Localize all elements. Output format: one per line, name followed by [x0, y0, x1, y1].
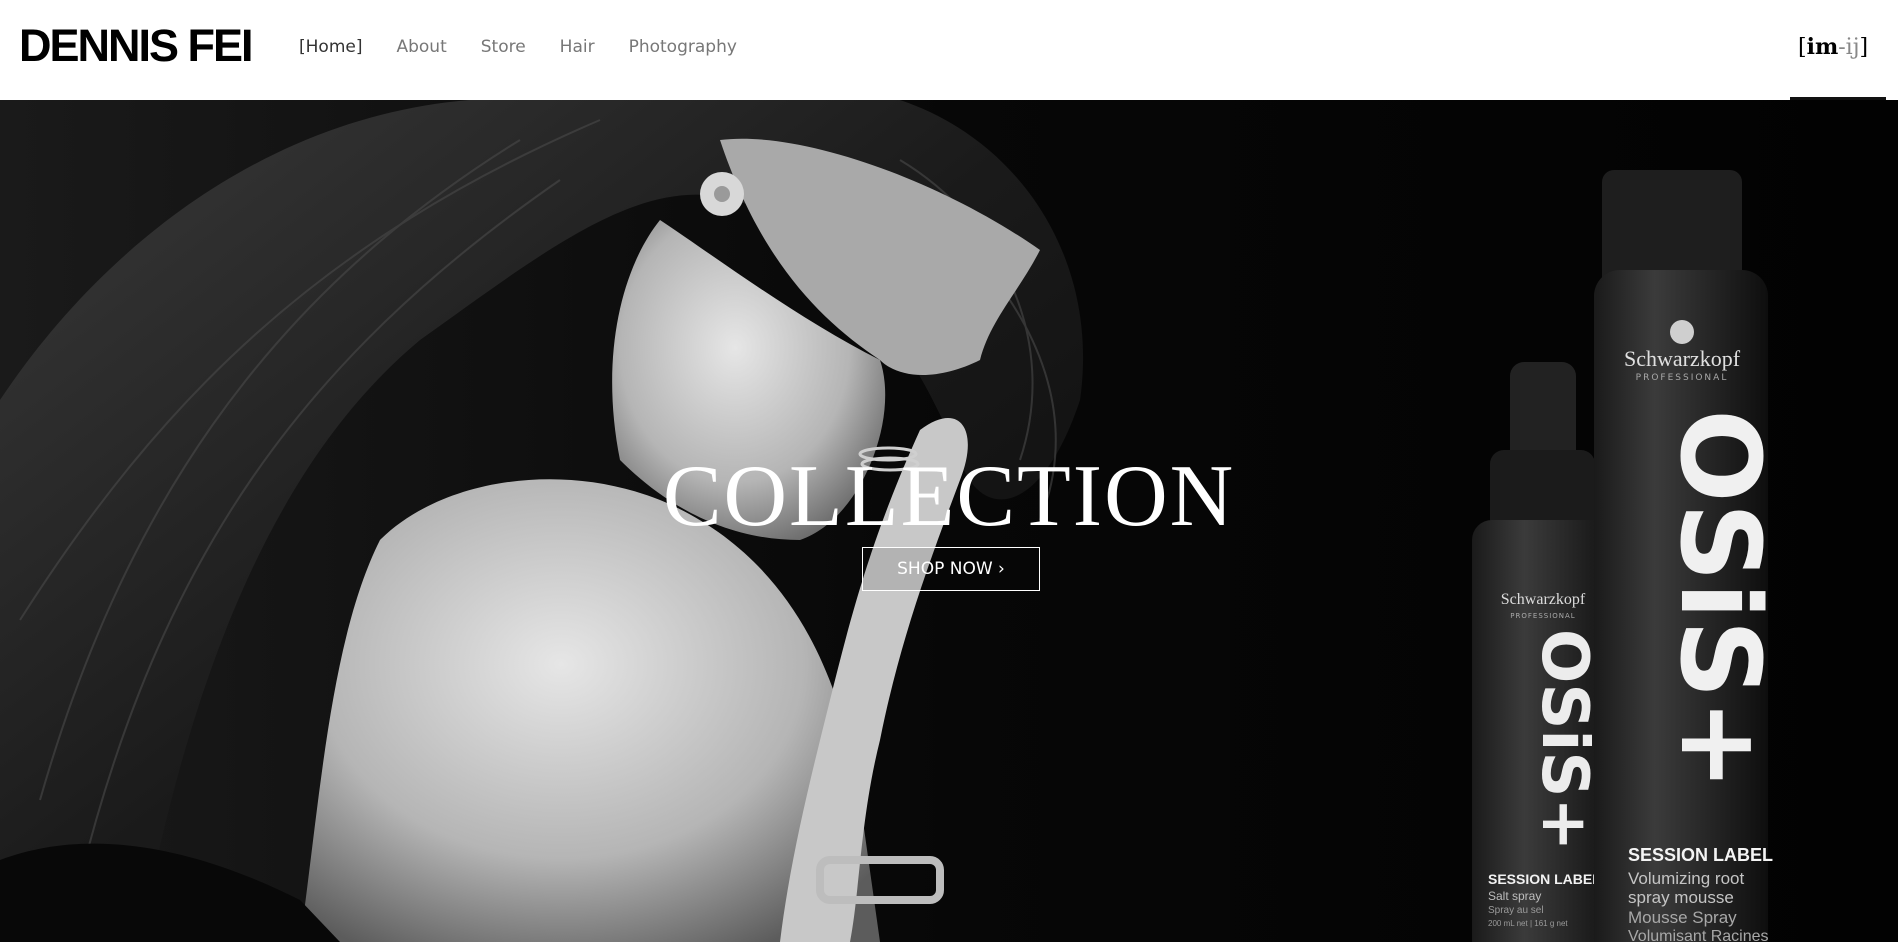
badge-close: ]	[1859, 35, 1869, 60]
language-badge[interactable]: [im-ij]	[1798, 34, 1868, 60]
shop-now-button[interactable]: SHOP NOW ›	[862, 547, 1040, 591]
small-logo: OSiS+	[1527, 629, 1601, 851]
nav-hair[interactable]: Hair	[560, 36, 595, 58]
large-line4: Volumisant Racines	[1628, 928, 1769, 942]
main-nav: [Home] About Store Hair Photography	[299, 36, 771, 58]
large-name: SESSION LABEL	[1628, 845, 1773, 865]
brand-head-icon	[1670, 320, 1694, 344]
small-brand: Schwarzkopf	[1501, 591, 1586, 608]
nav-about[interactable]: About	[396, 36, 446, 58]
small-line1: Salt spray	[1488, 889, 1541, 903]
badge-open: [	[1798, 35, 1807, 60]
nav-store[interactable]: Store	[481, 36, 526, 58]
product-can-large: Schwarzkopf PROFESSIONAL OSiS+ SESSION L…	[1594, 170, 1784, 942]
site-header: DENNIS FEI [Home] About Store Hair Photo…	[0, 0, 1898, 101]
hero-title: COLLECTION	[662, 448, 1236, 545]
large-sub: PROFESSIONAL	[1636, 373, 1729, 383]
large-brand: Schwarzkopf	[1624, 346, 1741, 371]
site-logo[interactable]: DENNIS FEI	[19, 20, 254, 72]
small-sub: PROFESSIONAL	[1510, 612, 1575, 620]
large-line3: Mousse Spray	[1628, 908, 1737, 927]
badge-bold: im	[1806, 34, 1839, 60]
earring-flower-icon	[700, 172, 744, 216]
hero-banner: Schwarzkopf PROFESSIONAL OSiS+ SESSION L…	[0, 100, 1898, 942]
badge-light: -ij	[1838, 35, 1860, 60]
nav-photography[interactable]: Photography	[629, 36, 737, 58]
large-line1: Volumizing root	[1628, 869, 1745, 888]
small-name: SESSION LABEL	[1488, 871, 1601, 887]
small-line3: 200 mL net | 161 g net	[1488, 919, 1568, 928]
nav-home[interactable]: [Home]	[299, 36, 362, 58]
large-line2: spray mousse	[1628, 888, 1734, 907]
small-line2: Spray au sel	[1488, 905, 1544, 916]
